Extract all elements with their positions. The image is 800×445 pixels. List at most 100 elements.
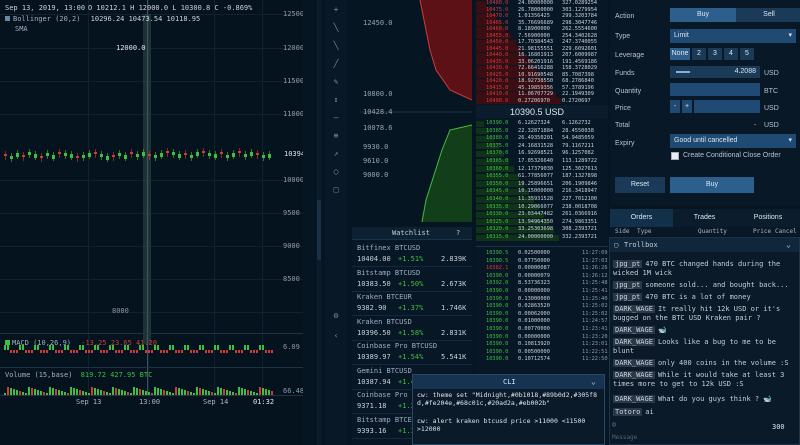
quantity-label: Quantity: [615, 88, 642, 95]
tab-trades[interactable]: Trades: [673, 209, 736, 227]
bid-row[interactable]: 10380.0 26.49350201 54.9485059: [476, 135, 608, 143]
plus-icon[interactable]: +: [330, 4, 342, 16]
watchlist-item[interactable]: Bitfinex BTCUSD 10404.00 +1.51% 2.839K: [352, 243, 472, 267]
buy-tab[interactable]: Buy: [670, 8, 736, 22]
rect-tool-icon[interactable]: □: [330, 184, 342, 196]
depth-tick: 10428.4: [363, 108, 393, 116]
settings-icon[interactable]: ⚙: [330, 310, 342, 322]
leverage-none[interactable]: None: [670, 48, 690, 60]
chat-message: DARK_WAGE While it would take at least 3 …: [613, 371, 785, 388]
chat-message: Totoro ai: [613, 408, 654, 416]
type-select[interactable]: Limit ▾: [670, 29, 796, 43]
scroll-thumb[interactable]: [317, 200, 321, 260]
orders-header: Side Type Quantity Price Cancel: [610, 227, 800, 236]
chat-message: jpg_pt someone sold... and bought back...: [613, 281, 789, 289]
chevron-down-icon[interactable]: ⌄: [786, 240, 791, 249]
expiry-label: Expiry: [615, 140, 635, 147]
chevron-down-icon[interactable]: ⌄: [591, 377, 596, 386]
price-unit: USD: [764, 105, 779, 112]
trade-row: 10390.0 0.00062000 11:25:02: [486, 310, 608, 317]
tab-orders[interactable]: Orders: [610, 209, 673, 227]
leverage-2[interactable]: 2: [692, 48, 706, 60]
chat-username: jpg_pt: [613, 260, 643, 268]
chat-username: DARK_WAGE: [613, 338, 655, 346]
time-tick: Sep 14: [203, 398, 229, 406]
price-tick: 11500: [283, 77, 303, 85]
watchlist-item[interactable]: Kraken BTCEUR 9382.90 +1.37% 1.746K: [352, 292, 472, 316]
chart-scrollbar[interactable]: [303, 0, 325, 445]
depth-tick: 10800.0: [363, 90, 393, 98]
submit-buy-button[interactable]: Buy: [670, 177, 754, 193]
measure-icon[interactable]: ↕: [330, 94, 342, 106]
circle-tool-icon[interactable]: ○: [330, 166, 342, 178]
bid-row[interactable]: 10340.0 11.35931528 227.7012100: [476, 196, 608, 204]
expiry-select[interactable]: Good until cancelled ▾: [670, 134, 796, 148]
chat-message: jpg_pt 470 BTC changed hands during the w…: [613, 260, 781, 277]
funds-unit: USD: [764, 70, 779, 77]
pencil-icon[interactable]: ✎: [330, 76, 342, 88]
leverage-4[interactable]: 4: [724, 48, 738, 60]
message-input[interactable]: Message: [612, 434, 797, 444]
quantity-unit: BTC: [764, 88, 778, 95]
price-chart[interactable]: Sep 13, 2019, 13:00 O 10212.1 H 12000.0 …: [0, 0, 303, 445]
time-tick-current: 01:32: [253, 398, 275, 406]
help-icon[interactable]: ?: [456, 229, 460, 237]
leverage-3[interactable]: 3: [708, 48, 722, 60]
bid-row[interactable]: 10365.0 17.05326640 113.1289722: [476, 158, 608, 166]
watchlist-item[interactable]: Kraken BTCUSD 10396.50 +1.58% 2.831K: [352, 317, 472, 341]
bid-row[interactable]: 10345.0 10.15000000 216.3418947: [476, 188, 608, 196]
sma-label: SMA: [15, 25, 28, 33]
total-value: -: [754, 122, 757, 129]
grid-line: [0, 81, 303, 82]
reset-button[interactable]: Reset: [615, 177, 665, 193]
funds-field: 4.2088: [670, 66, 760, 78]
chat-username: DARK_WAGE: [613, 395, 655, 403]
trend-tool-icon[interactable]: ╱: [330, 58, 342, 70]
price-increment[interactable]: +: [682, 100, 692, 113]
trade-row: 10390.0 0.13000000 11:25:40: [486, 295, 608, 302]
hover-price-label: 12000.0: [116, 44, 146, 52]
trade-row: 10390.0 0.00000000 11:23:20: [486, 333, 608, 340]
leverage-5[interactable]: 5: [740, 48, 754, 60]
bid-row[interactable]: 10315.0 24.00000000 332.2393721: [476, 234, 608, 242]
grid-line: [0, 246, 303, 247]
watchlist-item[interactable]: Bitstamp BTCUSD 10383.50 +1.50% 2.673K: [352, 268, 472, 292]
tab-positions[interactable]: Positions: [736, 209, 800, 227]
bid-row[interactable]: 10390.0 6.12627324 6.1262732: [476, 120, 608, 128]
bid-row[interactable]: 10360.0 12.17379030 125.3027613: [476, 166, 608, 174]
crosshair-vertical: [147, 0, 148, 395]
line-tool-icon[interactable]: ╲: [330, 22, 342, 34]
conditional-checkbox[interactable]: [671, 152, 679, 160]
chat-icon: ▢: [614, 241, 619, 249]
arrow-tool-icon[interactable]: ↗: [330, 148, 342, 160]
funds-label: Funds: [615, 70, 635, 77]
price-label: Price: [615, 105, 631, 112]
collapse-icon[interactable]: ‹: [330, 330, 342, 342]
ray-tool-icon[interactable]: ╲: [330, 40, 342, 52]
watchlist-item[interactable]: Coinbase Pro BTCUSD 10389.97 +1.54% 5.54…: [352, 341, 472, 365]
hline-tool-icon[interactable]: —: [330, 112, 342, 124]
bid-row[interactable]: 10370.0 16.92698521 96.1257082: [476, 150, 608, 158]
price-input[interactable]: [694, 100, 760, 113]
bid-row[interactable]: 10320.0 33.25303698 308.2393721: [476, 226, 608, 234]
quantity-input[interactable]: [670, 83, 760, 96]
fib-tool-icon[interactable]: ≡: [330, 130, 342, 142]
trade-row: 10390.0 0.02863520 11:25:02: [486, 303, 608, 310]
col-cancel: Cancel: [775, 228, 797, 235]
total-label: Total: [615, 122, 630, 129]
price-tick: 12500: [283, 10, 303, 18]
depth-tick: 9610.0: [363, 157, 389, 165]
bid-row[interactable]: 10350.0 19.25896651 206.1909846: [476, 181, 608, 189]
bid-row[interactable]: 10335.0 10.29066077 238.0018708: [476, 204, 608, 212]
sell-tab[interactable]: Sell: [736, 8, 800, 22]
emoji-icon[interactable]: ☺: [612, 421, 616, 429]
bid-row[interactable]: 10325.0 13.94964350 274.9863351: [476, 219, 608, 227]
bid-row[interactable]: 10385.0 22.32871884 28.4550038: [476, 128, 608, 136]
chat-username: DARK_WAGE: [613, 326, 655, 334]
bid-row[interactable]: 10355.0 61.77856077 187.1327898: [476, 173, 608, 181]
trollbox-panel: ▢ Trollbox ⌄ jpg_pt 470 BTC changed hands…: [609, 237, 800, 445]
grid-line: [0, 180, 303, 181]
price-decrement[interactable]: -: [670, 100, 680, 113]
bid-row[interactable]: 10375.0 24.16831528 79.1167211: [476, 143, 608, 151]
bid-row[interactable]: 10330.0 23.03447482 261.0366916: [476, 211, 608, 219]
